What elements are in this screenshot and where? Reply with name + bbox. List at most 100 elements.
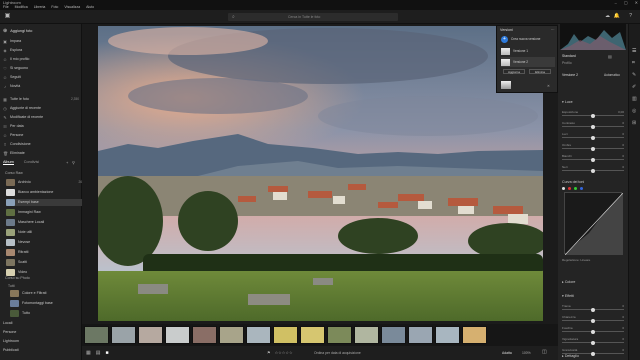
filmstrip-thumbnail[interactable] <box>300 326 325 344</box>
slider-value[interactable]: 0 <box>622 165 624 169</box>
channel-blue-dot[interactable] <box>580 187 583 190</box>
panel-section[interactable]: Locali <box>3 320 79 327</box>
album-item[interactable]: Note utili <box>6 229 82 236</box>
channel-white-dot[interactable] <box>562 187 565 190</box>
filmstrip-thumbnail[interactable] <box>84 326 109 344</box>
star-rating[interactable]: ☆☆☆☆☆ <box>275 350 293 355</box>
filmstrip-thumbnail[interactable] <box>192 326 217 344</box>
adjust-slider[interactable]: Vignettatura 0 <box>562 337 624 345</box>
filmstrip-thumbnail[interactable] <box>354 326 379 344</box>
slider-knob[interactable] <box>591 157 595 162</box>
slider-value[interactable]: 0 <box>622 315 624 319</box>
filmstrip-thumbnail[interactable] <box>462 326 487 344</box>
album-item[interactable]: Video <box>6 269 82 276</box>
detail-view-icon[interactable]: ■ <box>105 350 108 356</box>
channel-red-dot[interactable] <box>568 187 571 190</box>
album-item[interactable]: Fotomontaggi base <box>10 300 86 307</box>
slider-value[interactable]: 0 <box>622 132 624 136</box>
filmstrip-thumbnail[interactable] <box>111 326 136 344</box>
slider-knob[interactable] <box>591 168 595 173</box>
create-version-button[interactable]: + Crea nuova versione <box>501 34 555 44</box>
nav-item[interactable]: ♡ Si seguono <box>3 65 79 72</box>
filmstrip-thumbnail[interactable] <box>138 326 163 344</box>
light-section-header[interactable]: ▾ Luce <box>562 100 624 104</box>
slider-value[interactable]: 0 <box>622 304 624 308</box>
album-item[interactable]: Tutto <box>10 310 86 317</box>
library-item[interactable]: ⇪ Condivisione <box>3 141 79 148</box>
library-item[interactable]: ◷ Aggiunte di recente <box>3 105 79 112</box>
gradient-icon[interactable]: ▥ <box>632 96 637 102</box>
filter-icon[interactable]: ⚲ <box>72 160 75 165</box>
filmstrip-thumbnail[interactable] <box>408 326 433 344</box>
notifications-icon[interactable]: 🔔 <box>614 13 620 19</box>
edit-sliders-icon[interactable]: ☰ <box>632 48 636 54</box>
panel-section[interactable]: Lightroom <box>3 338 79 345</box>
album-item[interactable]: Maschere Locali <box>6 219 82 226</box>
slider-knob[interactable] <box>591 124 595 129</box>
filmstrip-thumbnail[interactable] <box>273 326 298 344</box>
slider-knob[interactable] <box>591 307 595 312</box>
slider-value[interactable]: 0 <box>622 326 624 330</box>
adjust-slider[interactable]: Trama 0 <box>562 304 624 312</box>
tone-curve-header[interactable]: Curva dei toni <box>562 180 624 184</box>
library-item[interactable]: ☷ Per data <box>3 123 79 130</box>
tone-curve-graph[interactable] <box>564 192 624 256</box>
zoom-level[interactable]: 100% <box>522 351 531 355</box>
sort-label[interactable]: Ordina per data di acquisizione <box>314 351 361 355</box>
slider-value[interactable]: 0 <box>622 121 624 125</box>
square-grid-icon[interactable]: ▤ <box>96 350 101 356</box>
profile-browse-icon[interactable]: ▤ <box>608 54 612 59</box>
nav-item[interactable]: ☺ Seguiti <box>3 74 79 81</box>
presets-icon[interactable]: ⊞ <box>632 120 636 126</box>
crop-icon[interactable]: ⌗ <box>632 60 635 66</box>
nav-item[interactable]: ☺ Il mio profilo <box>3 56 79 63</box>
slider-knob[interactable] <box>591 135 595 140</box>
search-input[interactable]: Cerca in Tutte le foto <box>228 13 398 21</box>
effects-section-header[interactable]: ▾ Effetti <box>562 294 624 298</box>
main-photo[interactable] <box>98 26 543 321</box>
nav-item[interactable]: ▣ Impara <box>3 38 79 45</box>
slider-value[interactable]: 0 <box>622 337 624 341</box>
channel-green-dot[interactable] <box>574 187 577 190</box>
nav-item[interactable]: ♪ Novità <box>3 83 79 90</box>
album-item[interactable]: Colore e Filtrati <box>10 290 86 297</box>
filmstrip-thumbnail[interactable] <box>327 326 352 344</box>
slider-knob[interactable] <box>591 146 595 151</box>
adjust-slider[interactable]: Luci 0 <box>562 132 624 140</box>
album-item[interactable]: Archivio 26 <box>6 179 82 186</box>
adjust-slider[interactable]: Contrasto 0 <box>562 121 624 129</box>
filmstrip-thumbnail[interactable] <box>219 326 244 344</box>
add-album-icon[interactable]: + <box>66 160 68 165</box>
album-item[interactable]: Ritratti <box>6 249 82 256</box>
slider-value[interactable]: 0,00 <box>618 110 624 114</box>
add-photos-button[interactable]: ⊕ Aggiungi foto <box>3 27 79 35</box>
adjust-slider[interactable]: Bianchi 0 <box>562 154 624 162</box>
album-subgroup-label[interactable]: Tutti <box>8 284 14 288</box>
slider-knob[interactable] <box>591 318 595 323</box>
version-item[interactable]: Versione 2 <box>501 57 555 67</box>
detail-section-header[interactable]: ▸ Dettaglio <box>562 354 624 358</box>
radial-icon[interactable]: ◎ <box>632 108 636 114</box>
library-item[interactable]: 🗑 Eliminate <box>3 150 79 157</box>
delete-version-button[interactable]: Elimina <box>529 69 551 74</box>
heal-icon[interactable]: ✎ <box>632 72 636 78</box>
album-group-label[interactable]: Corso Raw <box>5 171 23 175</box>
album-item[interactable]: Scatti <box>6 259 82 266</box>
album-item[interactable]: Esempi base <box>6 199 82 206</box>
adjust-slider[interactable]: Neri 0 <box>562 165 624 173</box>
library-item[interactable]: ✎ Modificate di recente <box>3 114 79 121</box>
album-item[interactable]: Nevose <box>6 239 82 246</box>
version-item[interactable]: Versione 1 <box>501 46 555 56</box>
slider-value[interactable]: 0 <box>622 154 624 158</box>
close-icon[interactable]: ✕ <box>547 84 550 88</box>
adjust-slider[interactable]: Ombre 0 <box>562 143 624 151</box>
album-item[interactable]: Bianco ambientazione <box>6 189 82 196</box>
curve-mode[interactable]: Regolazione: Lineare <box>562 258 590 262</box>
brush-icon[interactable]: ✐ <box>632 84 636 90</box>
fit-button[interactable]: Adatta <box>502 351 512 355</box>
flag-icon[interactable]: ⚑ <box>267 350 271 355</box>
slider-value[interactable]: 0 <box>622 348 624 352</box>
panel-section[interactable]: Pubblicati <box>3 347 79 354</box>
filmstrip-thumbnail[interactable] <box>165 326 190 344</box>
cloud-sync-icon[interactable]: ☁ <box>605 13 610 19</box>
